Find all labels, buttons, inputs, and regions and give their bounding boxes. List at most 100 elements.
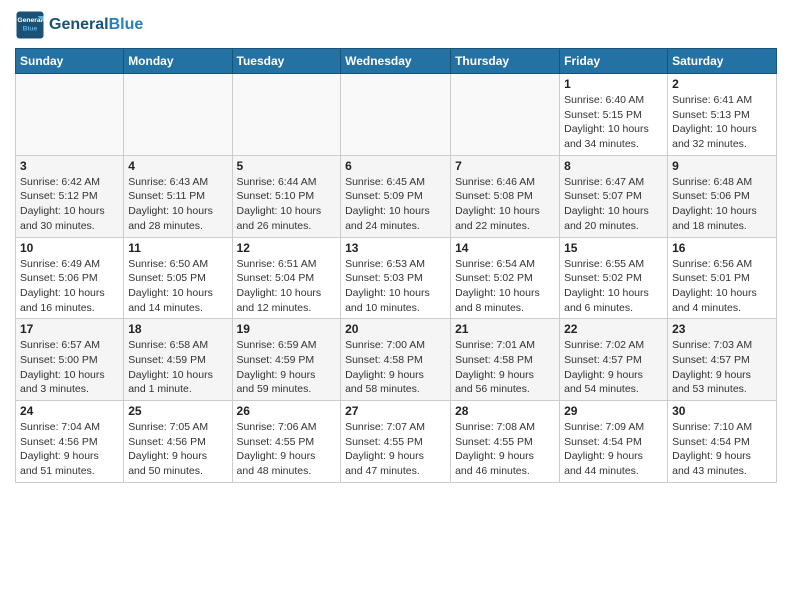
day-number: 24 xyxy=(20,404,119,418)
day-info: Sunrise: 7:09 AMSunset: 4:54 PMDaylight:… xyxy=(564,420,663,479)
day-cell: 29 Sunrise: 7:09 AMSunset: 4:54 PMDayligh… xyxy=(560,401,668,483)
day-cell: 3Sunrise: 6:42 AMSunset: 5:12 PMDaylight… xyxy=(16,155,124,237)
day-cell: 2 Sunrise: 6:41 AMSunset: 5:13 PMDaylight… xyxy=(668,74,777,156)
day-info: Sunrise: 7:01 AMSunset: 4:58 PMDaylight:… xyxy=(455,338,555,397)
day-info: Sunrise: 7:03 AMSunset: 4:57 PMDaylight:… xyxy=(672,338,772,397)
day-number: 30 xyxy=(672,404,772,418)
day-cell: 18 Sunrise: 6:58 AMSunset: 4:59 PMDayligh… xyxy=(124,319,232,401)
day-number: 16 xyxy=(672,241,772,255)
weekday-header-sunday: Sunday xyxy=(16,49,124,74)
day-cell: 4 Sunrise: 6:43 AMSunset: 5:11 PMDaylight… xyxy=(124,155,232,237)
day-number: 18 xyxy=(128,322,227,336)
calendar-table: SundayMondayTuesdayWednesdayThursdayFrid… xyxy=(15,48,777,483)
day-number: 21 xyxy=(455,322,555,336)
day-cell: 8 Sunrise: 6:47 AMSunset: 5:07 PMDaylight… xyxy=(560,155,668,237)
day-info: Sunrise: 6:47 AMSunset: 5:07 PMDaylight:… xyxy=(564,175,663,234)
day-number: 7 xyxy=(455,159,555,173)
day-cell: 26 Sunrise: 7:06 AMSunset: 4:55 PMDayligh… xyxy=(232,401,341,483)
day-number: 4 xyxy=(128,159,227,173)
day-cell: 10Sunrise: 6:49 AMSunset: 5:06 PMDayligh… xyxy=(16,237,124,319)
weekday-header-friday: Friday xyxy=(560,49,668,74)
day-info: Sunrise: 6:40 AMSunset: 5:15 PMDaylight:… xyxy=(564,93,663,152)
svg-text:Blue: Blue xyxy=(23,25,38,32)
day-cell: 28 Sunrise: 7:08 AMSunset: 4:55 PMDayligh… xyxy=(451,401,560,483)
day-cell: 21 Sunrise: 7:01 AMSunset: 4:58 PMDayligh… xyxy=(451,319,560,401)
day-number: 26 xyxy=(237,404,337,418)
day-cell xyxy=(124,74,232,156)
day-info: Sunrise: 6:58 AMSunset: 4:59 PMDaylight:… xyxy=(128,338,227,397)
day-cell: 11 Sunrise: 6:50 AMSunset: 5:05 PMDayligh… xyxy=(124,237,232,319)
day-info: Sunrise: 7:00 AMSunset: 4:58 PMDaylight:… xyxy=(345,338,446,397)
day-number: 12 xyxy=(237,241,337,255)
day-info: Sunrise: 6:59 AMSunset: 4:59 PMDaylight:… xyxy=(237,338,337,397)
day-number: 19 xyxy=(237,322,337,336)
day-cell: 24 Sunrise: 7:04 AMSunset: 4:56 PMDayligh… xyxy=(16,401,124,483)
day-number: 13 xyxy=(345,241,446,255)
day-info: Sunrise: 6:43 AMSunset: 5:11 PMDaylight:… xyxy=(128,175,227,234)
day-cell: 22 Sunrise: 7:02 AMSunset: 4:57 PMDayligh… xyxy=(560,319,668,401)
day-info: Sunrise: 7:10 AMSunset: 4:54 PMDaylight:… xyxy=(672,420,772,479)
day-cell: 13Sunrise: 6:53 AMSunset: 5:03 PMDayligh… xyxy=(341,237,451,319)
day-info: Sunrise: 7:04 AMSunset: 4:56 PMDaylight:… xyxy=(20,420,119,479)
day-info: Sunrise: 6:45 AMSunset: 5:09 PMDaylight:… xyxy=(345,175,446,234)
day-number: 6 xyxy=(345,159,446,173)
day-info: Sunrise: 6:44 AMSunset: 5:10 PMDaylight:… xyxy=(237,175,337,234)
day-number: 23 xyxy=(672,322,772,336)
week-row-5: 24 Sunrise: 7:04 AMSunset: 4:56 PMDayligh… xyxy=(16,401,777,483)
logo-text: GeneralBlue xyxy=(49,16,143,34)
day-cell: 20Sunrise: 7:00 AMSunset: 4:58 PMDayligh… xyxy=(341,319,451,401)
day-cell: 12 Sunrise: 6:51 AMSunset: 5:04 PMDayligh… xyxy=(232,237,341,319)
day-cell: 6 Sunrise: 6:45 AMSunset: 5:09 PMDaylight… xyxy=(341,155,451,237)
day-info: Sunrise: 6:51 AMSunset: 5:04 PMDaylight:… xyxy=(237,257,337,316)
day-info: Sunrise: 6:50 AMSunset: 5:05 PMDaylight:… xyxy=(128,257,227,316)
day-number: 2 xyxy=(672,77,772,91)
day-number: 8 xyxy=(564,159,663,173)
day-number: 29 xyxy=(564,404,663,418)
day-info: Sunrise: 6:56 AMSunset: 5:01 PMDaylight:… xyxy=(672,257,772,316)
day-number: 14 xyxy=(455,241,555,255)
day-cell: 25Sunrise: 7:05 AMSunset: 4:56 PMDayligh… xyxy=(124,401,232,483)
logo: General Blue GeneralBlue xyxy=(15,10,143,40)
day-cell xyxy=(232,74,341,156)
page-container: General Blue GeneralBlue SundayMondayTue… xyxy=(0,0,792,493)
calendar-body: 1 Sunrise: 6:40 AMSunset: 5:15 PMDaylight… xyxy=(16,74,777,483)
day-cell: 23 Sunrise: 7:03 AMSunset: 4:57 PMDayligh… xyxy=(668,319,777,401)
day-number: 22 xyxy=(564,322,663,336)
logo-icon: General Blue xyxy=(15,10,45,40)
day-number: 1 xyxy=(564,77,663,91)
day-info: Sunrise: 7:02 AMSunset: 4:57 PMDaylight:… xyxy=(564,338,663,397)
day-cell: 30 Sunrise: 7:10 AMSunset: 4:54 PMDayligh… xyxy=(668,401,777,483)
day-number: 15 xyxy=(564,241,663,255)
day-number: 9 xyxy=(672,159,772,173)
day-info: Sunrise: 6:41 AMSunset: 5:13 PMDaylight:… xyxy=(672,93,772,152)
day-info: Sunrise: 6:57 AMSunset: 5:00 PMDaylight:… xyxy=(20,338,119,397)
day-cell: 5 Sunrise: 6:44 AMSunset: 5:10 PMDaylight… xyxy=(232,155,341,237)
day-info: Sunrise: 7:08 AMSunset: 4:55 PMDaylight:… xyxy=(455,420,555,479)
weekday-header-thursday: Thursday xyxy=(451,49,560,74)
day-cell xyxy=(451,74,560,156)
week-row-3: 10Sunrise: 6:49 AMSunset: 5:06 PMDayligh… xyxy=(16,237,777,319)
day-number: 28 xyxy=(455,404,555,418)
day-cell: 19 Sunrise: 6:59 AMSunset: 4:59 PMDayligh… xyxy=(232,319,341,401)
day-cell: 15Sunrise: 6:55 AMSunset: 5:02 PMDayligh… xyxy=(560,237,668,319)
day-cell: 9Sunrise: 6:48 AMSunset: 5:06 PMDaylight… xyxy=(668,155,777,237)
week-row-1: 1 Sunrise: 6:40 AMSunset: 5:15 PMDaylight… xyxy=(16,74,777,156)
header: General Blue GeneralBlue xyxy=(15,10,777,40)
day-cell xyxy=(341,74,451,156)
day-number: 11 xyxy=(128,241,227,255)
day-number: 10 xyxy=(20,241,119,255)
day-info: Sunrise: 7:06 AMSunset: 4:55 PMDaylight:… xyxy=(237,420,337,479)
day-number: 5 xyxy=(237,159,337,173)
day-cell: 17 Sunrise: 6:57 AMSunset: 5:00 PMDayligh… xyxy=(16,319,124,401)
day-info: Sunrise: 6:54 AMSunset: 5:02 PMDaylight:… xyxy=(455,257,555,316)
week-row-4: 17 Sunrise: 6:57 AMSunset: 5:00 PMDayligh… xyxy=(16,319,777,401)
day-cell: 1 Sunrise: 6:40 AMSunset: 5:15 PMDaylight… xyxy=(560,74,668,156)
day-number: 3 xyxy=(20,159,119,173)
day-number: 17 xyxy=(20,322,119,336)
weekday-header-saturday: Saturday xyxy=(668,49,777,74)
day-info: Sunrise: 6:46 AMSunset: 5:08 PMDaylight:… xyxy=(455,175,555,234)
svg-text:General: General xyxy=(17,17,42,24)
calendar-header: SundayMondayTuesdayWednesdayThursdayFrid… xyxy=(16,49,777,74)
week-row-2: 3Sunrise: 6:42 AMSunset: 5:12 PMDaylight… xyxy=(16,155,777,237)
day-number: 27 xyxy=(345,404,446,418)
